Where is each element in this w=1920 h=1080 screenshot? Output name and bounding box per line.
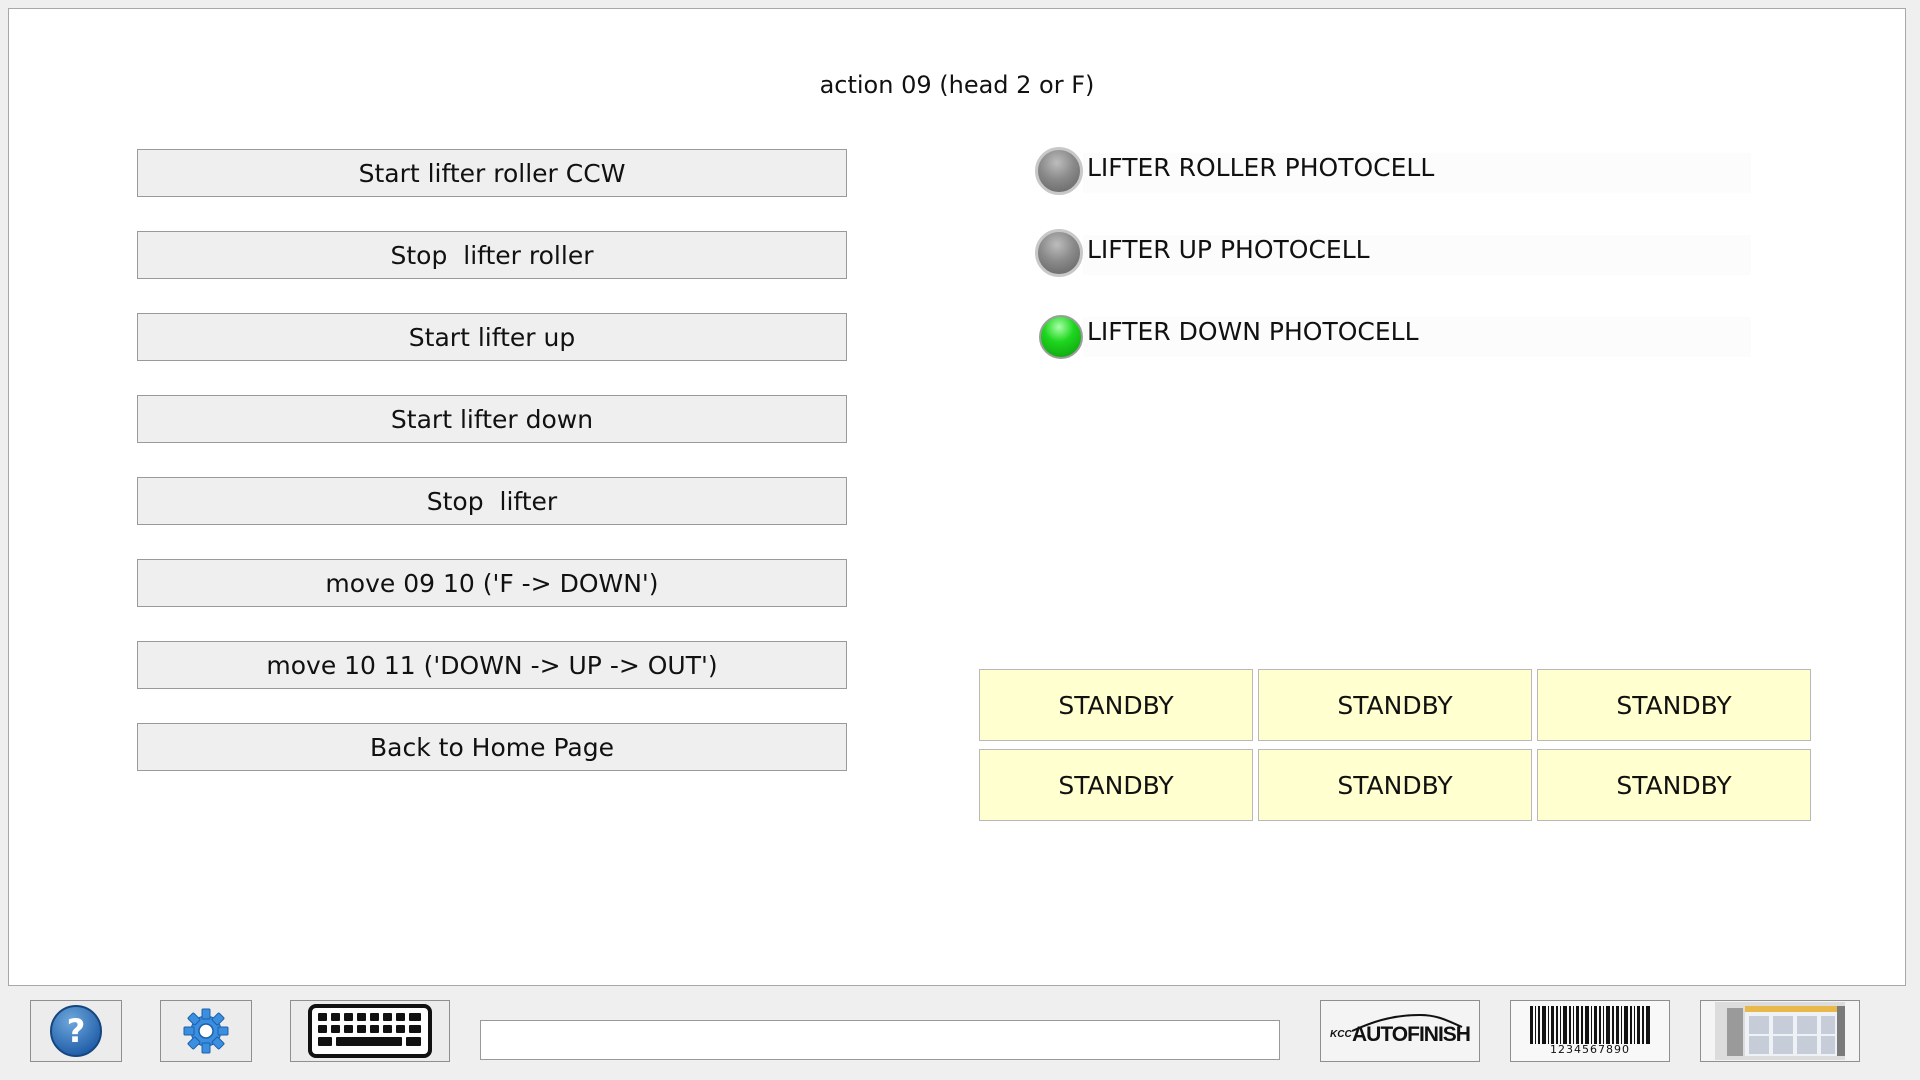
machine-view-button[interactable] bbox=[1700, 1000, 1860, 1062]
autofinish-logo-button[interactable]: KCC AUTOFINISH bbox=[1320, 1000, 1480, 1062]
status-cell-2[interactable]: STANDBY bbox=[1258, 669, 1532, 741]
svg-text:?: ? bbox=[67, 1012, 86, 1050]
status-cell-4[interactable]: STANDBY bbox=[979, 749, 1253, 821]
main-panel: action 09 (head 2 or F) Start lifter rol… bbox=[8, 8, 1906, 986]
start-lifter-roller-ccw-button[interactable]: Start lifter roller CCW bbox=[137, 149, 847, 197]
stop-lifter-button[interactable]: Stop lifter bbox=[137, 477, 847, 525]
keyboard-button[interactable] bbox=[290, 1000, 450, 1062]
status-cell-3[interactable]: STANDBY bbox=[1537, 669, 1811, 741]
status-cell-5[interactable]: STANDBY bbox=[1258, 749, 1532, 821]
start-lifter-up-button[interactable]: Start lifter up bbox=[137, 313, 847, 361]
status-cell-1[interactable]: STANDBY bbox=[979, 669, 1253, 741]
page-title: action 09 (head 2 or F) bbox=[819, 71, 1095, 99]
start-lifter-down-button[interactable]: Start lifter down bbox=[137, 395, 847, 443]
logo-brand-text: KCC bbox=[1330, 1029, 1352, 1040]
move-10-11-button[interactable]: move 10 11 ('DOWN -> UP -> OUT') bbox=[137, 641, 847, 689]
logo-main-text: AUTOFINISH bbox=[1352, 1023, 1471, 1046]
kcc-autofinish-logo: KCC AUTOFINISH bbox=[1330, 1011, 1471, 1051]
question-mark-icon: ? bbox=[50, 1005, 102, 1057]
photocell-label: LIFTER ROLLER PHOTOCELL bbox=[1087, 153, 1435, 182]
barcode-number: 1234567890 bbox=[1550, 1043, 1630, 1056]
stop-lifter-roller-button[interactable]: Stop lifter roller bbox=[137, 231, 847, 279]
machine-thumbnail-icon bbox=[1715, 1002, 1845, 1060]
back-to-home-button[interactable]: Back to Home Page bbox=[137, 723, 847, 771]
settings-button[interactable] bbox=[160, 1000, 252, 1062]
move-09-10-button[interactable]: move 09 10 ('F -> DOWN') bbox=[137, 559, 847, 607]
command-input[interactable] bbox=[480, 1020, 1280, 1060]
barcode-button[interactable]: 1234567890 bbox=[1510, 1000, 1670, 1062]
photocell-label: LIFTER DOWN PHOTOCELL bbox=[1087, 317, 1419, 346]
lifter-up-photocell-indicator bbox=[1035, 229, 1083, 277]
photocell-row-lifter-up: LIFTER UP PHOTOCELL bbox=[1035, 229, 1751, 281]
lifter-down-photocell-indicator bbox=[1039, 315, 1083, 359]
photocell-row-lifter-down: LIFTER DOWN PHOTOCELL bbox=[1035, 311, 1751, 363]
photocell-row-lifter-roller: LIFTER ROLLER PHOTOCELL bbox=[1035, 147, 1751, 199]
keyboard-icon bbox=[308, 1004, 432, 1058]
barcode-icon bbox=[1530, 1006, 1650, 1044]
lifter-roller-photocell-indicator bbox=[1035, 147, 1083, 195]
photocell-label: LIFTER UP PHOTOCELL bbox=[1087, 235, 1370, 264]
gear-icon bbox=[183, 1008, 229, 1054]
status-cell-6[interactable]: STANDBY bbox=[1537, 749, 1811, 821]
help-button[interactable]: ? bbox=[30, 1000, 122, 1062]
